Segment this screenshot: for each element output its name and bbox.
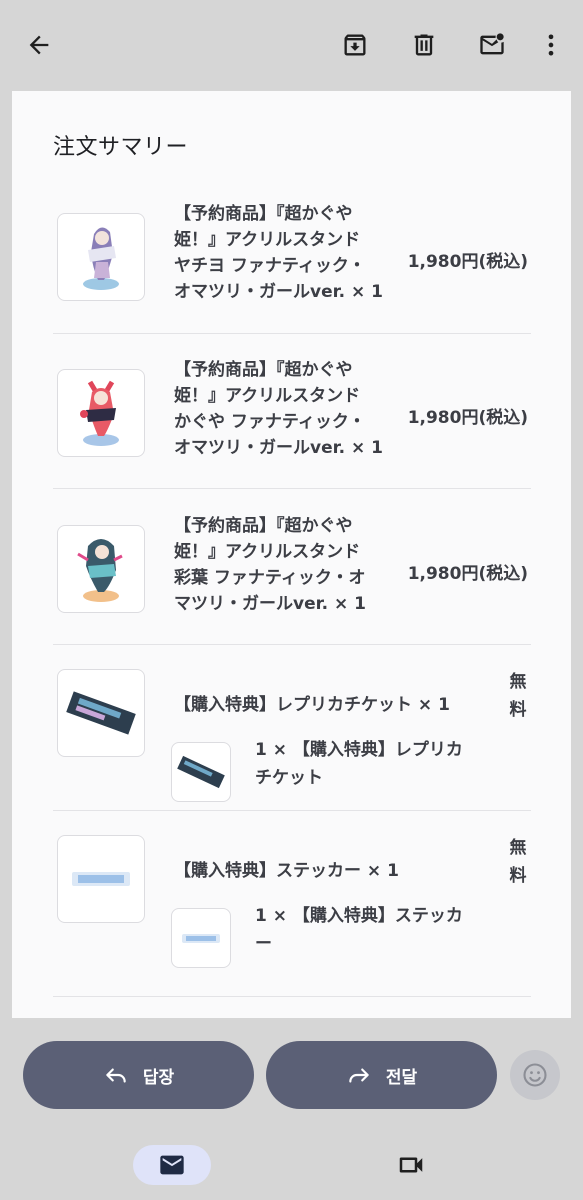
emoji-reaction-button[interactable] xyxy=(510,1050,560,1100)
bonus-thumbnail[interactable] xyxy=(57,669,145,757)
bonus-title: 【購入特典】レプリカチケット × 1 xyxy=(174,695,450,715)
item-price: 1,980円(税込) xyxy=(407,252,528,272)
reply-label: 답장 xyxy=(142,1067,175,1088)
free-label: 無 料 xyxy=(509,672,527,720)
forward-button[interactable]: 전달 xyxy=(266,1041,497,1109)
reply-button[interactable]: 답장 xyxy=(23,1041,254,1109)
arrow-back-icon[interactable] xyxy=(15,21,63,69)
free-label: 無 料 xyxy=(509,838,527,886)
divider xyxy=(53,644,531,645)
forward-label: 전달 xyxy=(385,1067,418,1088)
nav-mail-tab[interactable] xyxy=(133,1145,211,1185)
trash-icon[interactable] xyxy=(400,21,448,69)
item-price: 1,980円(税込) xyxy=(407,408,528,428)
top-app-bar xyxy=(0,0,583,91)
bonus-title: 【購入特典】ステッカー × 1 xyxy=(174,861,399,881)
bonus-sub-text: 1 × 【購入特典】レプリカ チケット xyxy=(255,740,463,788)
bonus-sub-thumbnail[interactable] xyxy=(171,908,231,968)
divider xyxy=(53,996,531,997)
mail-icon xyxy=(160,1155,184,1175)
forward-icon xyxy=(349,1068,369,1083)
order-item: 【予約商品】『超かぐや 姫！』アクリルスタンド 彩葉 ファナティック・オ マツリ… xyxy=(53,513,531,643)
product-thumbnail[interactable] xyxy=(57,213,145,301)
item-title: 【予約商品】『超かぐや 姫！』アクリルスタンド かぐや ファナティック・ オマツ… xyxy=(174,360,383,458)
mark-unread-icon[interactable] xyxy=(468,21,516,69)
item-title: 【予約商品】『超かぐや 姫！』アクリルスタンド ヤチヨ ファナティック・ オマツ… xyxy=(174,204,383,302)
item-title: 【予約商品】『超かぐや 姫！』アクリルスタンド 彩葉 ファナティック・オ マツリ… xyxy=(174,516,366,614)
video-camera-icon xyxy=(399,1157,423,1173)
bonus-sub-thumbnail[interactable] xyxy=(171,742,231,802)
divider xyxy=(53,810,531,811)
bottom-navigation xyxy=(0,1131,583,1200)
bonus-item: 【購入特典】ステッカー × 1 無 料 1 × 【購入特典】ステッカ ー xyxy=(53,835,531,975)
email-body[interactable]: 注文サマリー 【予約商品】『超かぐや 姫！』アクリルスタンド ヤチヨ ファナティ… xyxy=(12,91,571,1018)
reply-icon xyxy=(106,1068,126,1083)
product-thumbnail[interactable] xyxy=(57,369,145,457)
bonus-thumbnail[interactable] xyxy=(57,835,145,923)
more-vert-icon[interactable] xyxy=(527,21,575,69)
order-summary-title: 注文サマリー xyxy=(53,135,189,160)
divider xyxy=(53,333,531,334)
bonus-sub-text: 1 × 【購入特典】ステッカ ー xyxy=(255,906,463,954)
order-item: 【予約商品】『超かぐや 姫！』アクリルスタンド かぐや ファナティック・ オマツ… xyxy=(53,357,531,487)
divider xyxy=(53,488,531,489)
emoji-icon xyxy=(523,1063,547,1087)
order-item: 【予約商品】『超かぐや 姫！』アクリルスタンド ヤチヨ ファナティック・ オマツ… xyxy=(53,201,531,331)
item-price: 1,980円(税込) xyxy=(407,564,528,584)
product-thumbnail[interactable] xyxy=(57,525,145,613)
bonus-item: 【購入特典】レプリカチケット × 1 無 料 1 × 【購入特典】レプリカ チケ… xyxy=(53,669,531,809)
archive-icon[interactable] xyxy=(331,21,379,69)
nav-meet-tab[interactable] xyxy=(388,1145,434,1185)
